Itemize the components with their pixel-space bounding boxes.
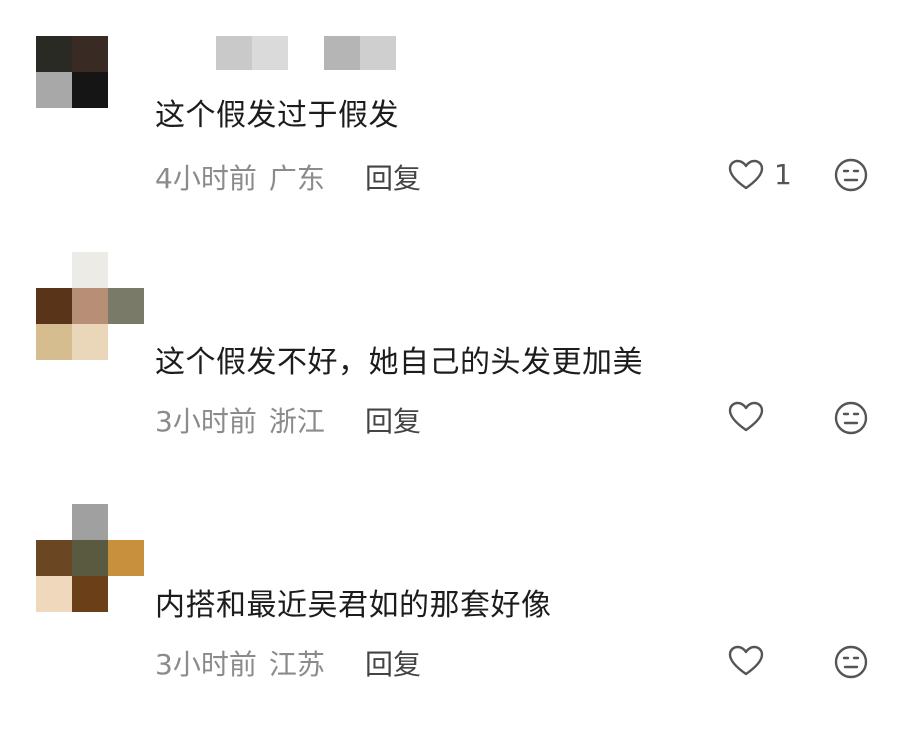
emoji-face-icon[interactable] xyxy=(834,645,868,679)
comment-item: 内搭和最近吴君如的那套好像 3小时前 江苏 回复 xyxy=(0,0,922,681)
avatar-pixel xyxy=(108,504,144,540)
comment-location: 浙江 xyxy=(268,405,325,438)
avatar-pixel xyxy=(108,324,144,360)
avatar-pixel xyxy=(36,288,72,324)
comment-text[interactable]: 内搭和最近吴君如的那套好像 xyxy=(155,580,552,624)
avatar-pixel xyxy=(72,504,108,540)
avatar-pixel xyxy=(72,252,108,288)
heart-outline-icon xyxy=(728,401,764,432)
comment-location: 江苏 xyxy=(268,648,325,681)
avatar-pixel xyxy=(36,324,72,360)
avatar-pixel xyxy=(108,576,144,612)
avatar-pixel xyxy=(108,252,144,288)
comment-time: 3小时前 xyxy=(155,405,257,438)
avatar[interactable] xyxy=(36,252,144,360)
comment-time: 3小时前 xyxy=(155,648,257,681)
like-button[interactable] xyxy=(728,645,774,677)
avatar[interactable] xyxy=(36,504,144,612)
avatar-pixel xyxy=(72,540,108,576)
avatar-pixel xyxy=(36,252,72,288)
avatar-pixel xyxy=(72,324,108,360)
comment-meta: 3小时前 浙江 xyxy=(155,400,325,440)
reply-button[interactable]: 回复 xyxy=(365,643,421,683)
avatar-pixel xyxy=(108,288,144,324)
avatar-pixel xyxy=(36,504,72,540)
avatar-pixel xyxy=(72,288,108,324)
like-button[interactable] xyxy=(728,401,774,433)
emoji-face-icon[interactable] xyxy=(834,401,868,435)
avatar-pixel xyxy=(108,540,144,576)
heart-outline-icon xyxy=(728,645,764,676)
reply-button[interactable]: 回复 xyxy=(365,400,421,440)
avatar-pixel xyxy=(36,540,72,576)
avatar-pixel xyxy=(36,576,72,612)
avatar-pixel xyxy=(72,576,108,612)
comment-text[interactable]: 这个假发不好，她自己的头发更加美 xyxy=(155,337,643,381)
comment-meta: 3小时前 江苏 xyxy=(155,643,325,683)
